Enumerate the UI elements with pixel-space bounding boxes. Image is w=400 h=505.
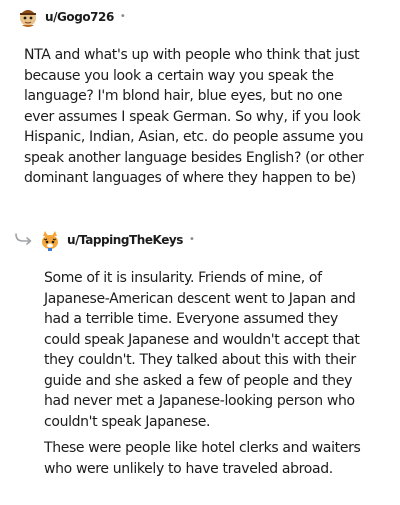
comment-paragraph: Some of it is insularity. Friends of min… xyxy=(44,270,360,430)
username-link[interactable]: u/Gogo726 xyxy=(45,10,114,24)
username-link[interactable]: u/TappingTheKeys xyxy=(67,233,183,247)
comment-paragraph: These were people like hotel clerks and … xyxy=(44,440,361,477)
snoo-avatar-icon[interactable] xyxy=(16,5,40,29)
comment-header: u/TappingTheKeys • xyxy=(38,228,195,252)
comment-body: NTA and what's up with people who think … xyxy=(24,45,374,195)
comment-header: u/Gogo726 • xyxy=(16,5,126,29)
snoo-avatar-icon[interactable] xyxy=(38,228,62,252)
comment-body: Some of it is insularity. Friends of min… xyxy=(44,268,374,485)
reply-arrow-icon xyxy=(15,233,32,245)
separator-dot: • xyxy=(188,234,195,245)
comment-paragraph: NTA and what's up with people who think … xyxy=(24,47,364,186)
separator-dot: • xyxy=(119,11,126,22)
